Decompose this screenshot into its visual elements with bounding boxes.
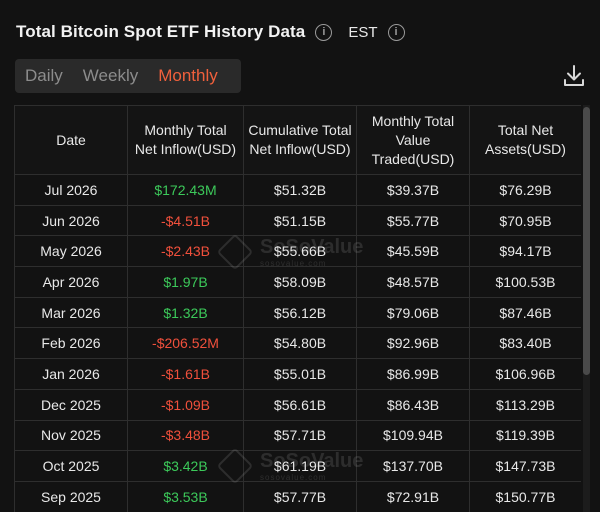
- column-header-value-traded[interactable]: Monthly Total Value Traded(USD): [356, 105, 470, 175]
- table-row: Mar 2026 $1.32B $56.12B $79.06B $87.46B: [14, 296, 581, 329]
- cell-value-traded: $86.99B: [356, 358, 470, 390]
- cell-date: Dec 2025: [14, 388, 128, 421]
- table-row: Jun 2026 -$4.51B $51.15B $55.77B $70.95B: [14, 204, 581, 237]
- cell-monthly-inflow: -$4.51B: [127, 204, 244, 237]
- column-header-cumulative-inflow[interactable]: Cumulative Total Net Inflow(USD): [243, 105, 357, 175]
- cell-value-traded: $48.57B: [356, 266, 470, 298]
- cell-date: Nov 2025: [14, 419, 128, 452]
- cell-net-assets: $100.53B: [469, 266, 581, 298]
- cell-cumulative-inflow: $51.15B: [243, 204, 357, 237]
- cell-net-assets: $70.95B: [469, 204, 581, 237]
- cell-date: Feb 2026: [14, 327, 128, 360]
- cell-date: Jun 2026: [14, 204, 128, 237]
- cell-net-assets: $150.77B: [469, 480, 581, 512]
- table-row: Nov 2025 -$3.48B $57.71B $109.94B $119.3…: [14, 419, 581, 452]
- table-row: Oct 2025 $3.42B $61.19B $137.70B $147.73…: [14, 450, 581, 482]
- table-row: Dec 2025 -$1.09B $56.61B $86.43B $113.29…: [14, 388, 581, 421]
- cell-monthly-inflow: $1.97B: [127, 266, 244, 298]
- cell-cumulative-inflow: $56.12B: [243, 296, 357, 329]
- column-header-monthly-inflow[interactable]: Monthly Total Net Inflow(USD): [127, 105, 244, 175]
- table-header-row: Date Monthly Total Net Inflow(USD) Cumul…: [14, 105, 581, 175]
- cell-cumulative-inflow: $57.71B: [243, 419, 357, 452]
- cell-cumulative-inflow: $55.66B: [243, 235, 357, 268]
- cell-monthly-inflow: $1.32B: [127, 296, 244, 329]
- cell-date: Sep 2025: [14, 480, 128, 512]
- timezone-label: EST: [348, 23, 378, 41]
- cell-net-assets: $113.29B: [469, 388, 581, 421]
- table-row: Feb 2026 -$206.52M $54.80B $92.96B $83.4…: [14, 327, 581, 360]
- cell-value-traded: $137.70B: [356, 450, 470, 482]
- table-row: May 2026 -$2.43B $55.66B $45.59B $94.17B: [14, 235, 581, 268]
- cell-monthly-inflow: -$1.09B: [127, 388, 244, 421]
- table-row: Jul 2026 $172.43M $51.32B $39.37B $76.29…: [14, 174, 581, 206]
- info-icon[interactable]: i: [315, 23, 333, 41]
- cell-monthly-inflow: -$1.61B: [127, 358, 244, 390]
- cell-date: Oct 2025: [14, 450, 128, 482]
- page-title: Total Bitcoin Spot ETF History Data: [16, 22, 306, 41]
- cell-net-assets: $106.96B: [469, 358, 581, 390]
- table-scrollbar[interactable]: [583, 105, 590, 512]
- cell-date: May 2026: [14, 235, 128, 268]
- column-header-net-assets[interactable]: Total Net Assets(USD): [469, 105, 581, 175]
- cell-cumulative-inflow: $56.61B: [243, 388, 357, 421]
- cell-value-traded: $45.59B: [356, 235, 470, 268]
- cell-monthly-inflow: $3.42B: [127, 450, 244, 482]
- cell-net-assets: $87.46B: [469, 296, 581, 329]
- cell-monthly-inflow: -$3.48B: [127, 419, 244, 452]
- timezone-info-icon[interactable]: i: [387, 23, 405, 41]
- cell-date: Jan 2026: [14, 358, 128, 390]
- tab-daily[interactable]: Daily: [15, 59, 73, 93]
- cell-net-assets: $119.39B: [469, 419, 581, 452]
- cell-monthly-inflow: $3.53B: [127, 480, 244, 512]
- cell-net-assets: $76.29B: [469, 174, 581, 206]
- table-row: Sep 2025 $3.53B $57.77B $72.91B $150.77B: [14, 480, 581, 512]
- cell-cumulative-inflow: $58.09B: [243, 266, 357, 298]
- cell-cumulative-inflow: $54.80B: [243, 327, 357, 360]
- cell-date: Mar 2026: [14, 296, 128, 329]
- cell-date: Apr 2026: [14, 266, 128, 298]
- download-icon[interactable]: [563, 64, 585, 88]
- scrollbar-thumb[interactable]: [583, 107, 590, 375]
- cell-monthly-inflow: $172.43M: [127, 174, 244, 206]
- cell-net-assets: $83.40B: [469, 327, 581, 360]
- cell-value-traded: $109.94B: [356, 419, 470, 452]
- cell-cumulative-inflow: $51.32B: [243, 174, 357, 206]
- tab-weekly[interactable]: Weekly: [73, 59, 148, 93]
- cell-date: Jul 2026: [14, 174, 128, 206]
- cell-monthly-inflow: -$206.52M: [127, 327, 244, 360]
- cell-value-traded: $79.06B: [356, 296, 470, 329]
- cell-net-assets: $147.73B: [469, 450, 581, 482]
- cell-value-traded: $92.96B: [356, 327, 470, 360]
- column-header-date[interactable]: Date: [14, 105, 128, 175]
- cell-cumulative-inflow: $61.19B: [243, 450, 357, 482]
- tab-monthly[interactable]: Monthly: [148, 59, 228, 93]
- table-row: Jan 2026 -$1.61B $55.01B $86.99B $106.96…: [14, 358, 581, 390]
- cell-value-traded: $72.91B: [356, 480, 470, 512]
- cell-net-assets: $94.17B: [469, 235, 581, 268]
- header: Total Bitcoin Spot ETF History Data i ES…: [16, 20, 405, 44]
- table-row: Apr 2026 $1.97B $58.09B $48.57B $100.53B: [14, 266, 581, 298]
- cell-cumulative-inflow: $55.01B: [243, 358, 357, 390]
- cell-cumulative-inflow: $57.77B: [243, 480, 357, 512]
- period-tabs: Daily Weekly Monthly: [15, 59, 241, 93]
- history-table-container[interactable]: Date Monthly Total Net Inflow(USD) Cumul…: [14, 105, 581, 512]
- cell-value-traded: $39.37B: [356, 174, 470, 206]
- history-table: Date Monthly Total Net Inflow(USD) Cumul…: [14, 105, 581, 512]
- cell-value-traded: $55.77B: [356, 204, 470, 237]
- cell-monthly-inflow: -$2.43B: [127, 235, 244, 268]
- cell-value-traded: $86.43B: [356, 388, 470, 421]
